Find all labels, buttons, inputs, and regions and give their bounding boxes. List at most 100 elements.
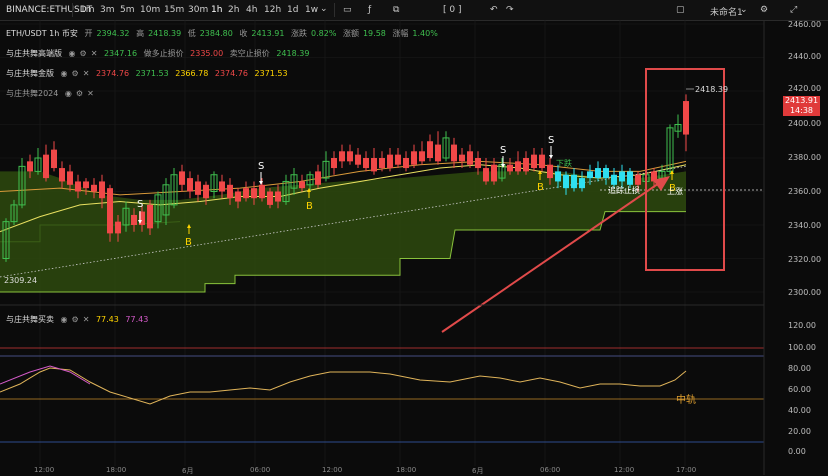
time-tick: 06:00 — [250, 466, 271, 474]
candle-body — [683, 101, 689, 135]
candle-body — [427, 141, 433, 158]
up-trend-label: 上涨 — [667, 187, 683, 196]
osc-tick: 60.00 — [788, 385, 811, 394]
candle-body — [179, 171, 185, 185]
main-series-title[interactable]: ETH/USDT 1h 币安 — [6, 29, 78, 38]
candle-body — [91, 184, 97, 192]
ohlc-close-value: 2413.91 — [251, 29, 285, 38]
candle-body — [75, 181, 81, 192]
low-price-label: 2309.24 — [4, 276, 38, 285]
indicator-2-name[interactable]: 与庄共舞金版 — [6, 69, 54, 78]
candle-body — [547, 164, 553, 179]
time-tick: 12:00 — [614, 466, 635, 474]
time-tick: 12:00 — [322, 466, 343, 474]
indicator-1-value-2: 2335.00 — [190, 49, 224, 58]
ohlc-amount-value: 19.58 — [362, 29, 386, 38]
candle-body — [67, 171, 73, 185]
candle-body — [387, 154, 393, 169]
candle-body — [459, 154, 465, 162]
candle-body — [571, 174, 577, 189]
eye-icon[interactable]: ◉ — [61, 315, 68, 324]
indicator-3-name[interactable]: 与庄共舞2024 — [6, 89, 58, 98]
gear-icon[interactable]: ⚙ — [72, 315, 79, 324]
oscillator-value-2: 77.43 — [125, 315, 149, 324]
eye-icon[interactable]: ◉ — [65, 89, 72, 98]
candle-body — [267, 191, 273, 205]
candle-body — [251, 188, 257, 199]
close-icon[interactable]: ✕ — [87, 89, 94, 98]
candle-body — [51, 149, 57, 169]
ohlc-open-value: 2394.32 — [96, 29, 130, 38]
price-tick: 2420.00 — [788, 84, 822, 93]
candle-body — [347, 151, 353, 162]
candle-body — [483, 168, 489, 182]
candle-body — [275, 191, 281, 202]
oscillator-name[interactable]: 与庄共舞买卖 — [6, 315, 54, 324]
candle-body — [523, 158, 529, 172]
gear-icon[interactable]: ⚙ — [72, 69, 79, 78]
candle-body — [219, 181, 225, 192]
main-legend: ETH/USDT 1h 币安 开 2394.32 高 2418.39 低 2384.8… — [6, 28, 442, 39]
ohlc-pct-value: 1.40% — [412, 29, 438, 38]
price-axis[interactable]: 2460.00 2440.00 2420.00 2400.00 2380.00 … — [764, 0, 828, 305]
eye-icon[interactable]: ◉ — [61, 69, 68, 78]
sell-signal-label: S — [548, 135, 555, 146]
gear-icon[interactable]: ⚙ — [80, 49, 87, 58]
price-tick: 2300.00 — [788, 288, 822, 297]
sell-signal-label: S — [500, 145, 507, 156]
candle-body — [531, 154, 537, 169]
candle-body — [99, 181, 105, 199]
osc-tick: 80.00 — [788, 364, 811, 373]
time-axis[interactable]: 12:00 18:00 6月 06:00 12:00 18:00 6月 06:0… — [0, 466, 764, 475]
close-icon[interactable]: ✕ — [91, 49, 98, 58]
ohlc-close-key: 收 — [239, 29, 248, 38]
osc-tick: 40.00 — [788, 406, 811, 415]
candle-body — [131, 214, 137, 225]
osc-tick: 100.00 — [788, 343, 816, 352]
candle-body — [419, 151, 425, 162]
candle-body — [315, 171, 321, 185]
candle-body — [467, 151, 473, 165]
close-icon[interactable]: ✕ — [83, 69, 90, 78]
candle-body — [363, 158, 369, 169]
oscillator-axis[interactable]: 120.00 100.00 80.00 60.00 40.00 20.00 0.… — [764, 305, 828, 465]
candle-body — [355, 154, 361, 165]
candle-body — [435, 144, 441, 162]
buy-signal-label: B — [306, 201, 313, 212]
candle-body — [339, 151, 345, 162]
eye-icon[interactable]: ◉ — [69, 49, 76, 58]
gear-icon[interactable]: ⚙ — [76, 89, 83, 98]
candle-body — [635, 174, 641, 185]
candle-body — [475, 158, 481, 169]
price-tick: 2360.00 — [788, 187, 822, 196]
down-trend-label: 下跌 — [556, 159, 572, 168]
candle-body — [595, 168, 601, 179]
indicator-legend-1: 与庄共舞高端版 ◉ ⚙ ✕ 2347.16 做多止损价 2335.00 卖空止损价 … — [6, 48, 313, 59]
oscillator-legend: 与庄共舞买卖 ◉ ⚙ ✕ 77.43 77.43 — [6, 314, 152, 325]
indicator-1-name[interactable]: 与庄共舞高端版 — [6, 49, 62, 58]
candle-body — [403, 158, 409, 169]
close-icon[interactable]: ✕ — [83, 315, 90, 324]
high-price-label: 2418.39 — [695, 85, 729, 94]
candle-body — [243, 188, 249, 199]
candle-body — [411, 151, 417, 165]
candle-body — [195, 181, 201, 195]
candle-body — [587, 171, 593, 179]
indicator-legend-3: 与庄共舞2024 ◉ ⚙ ✕ — [6, 88, 98, 99]
time-tick: 17:00 — [676, 466, 697, 474]
candle-body — [491, 164, 497, 182]
ohlc-change-key: 涨跌 — [291, 29, 307, 38]
candle-body — [227, 184, 233, 199]
price-tick: 2380.00 — [788, 153, 822, 162]
candle-body — [203, 184, 209, 199]
indicator-legend-2: 与庄共舞金版 ◉ ⚙ ✕ 2374.76 2371.53 2366.78 2374.… — [6, 68, 292, 79]
osc-tick: 120.00 — [788, 321, 816, 330]
price-tick: 2320.00 — [788, 255, 822, 264]
time-tick: 18:00 — [396, 466, 417, 474]
current-price-value: 2413.91 — [784, 96, 819, 105]
ohlc-open-key: 开 — [84, 29, 93, 38]
candle-body — [603, 168, 609, 179]
price-tick: 2340.00 — [788, 221, 822, 230]
candle-body — [331, 158, 337, 169]
indicator-2-value-1: 2374.76 — [95, 69, 130, 78]
